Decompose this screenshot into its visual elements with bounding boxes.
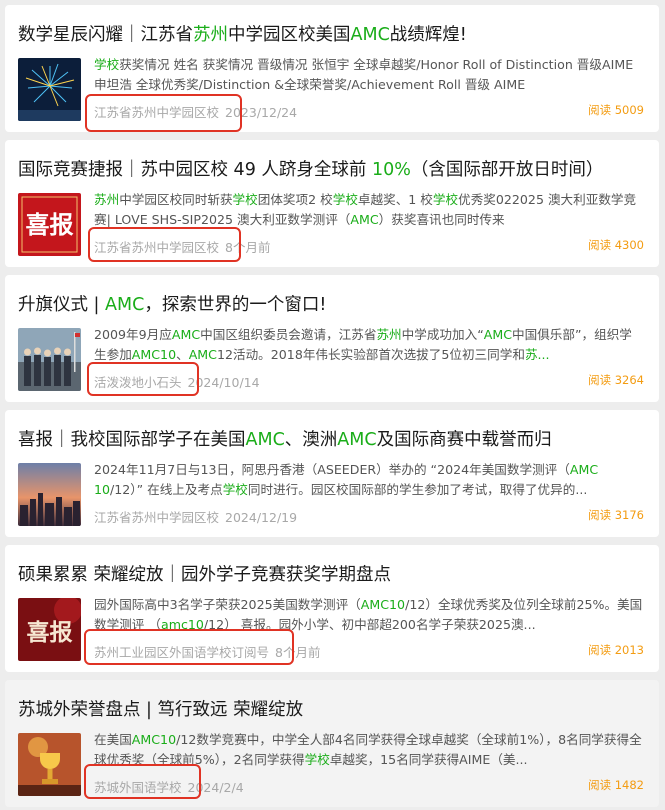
xibao-dark-thumbnail: 喜报 [18,598,81,661]
article-snippet: 2024年11月7日与13日，阿思丹香港（ASEEDER）举办的 “2024年美… [94,462,599,497]
keyword-highlight: 10% [371,160,411,180]
article-date: 8个月前 [275,645,321,660]
article-meta: 活泼泼地小石头 2024/10/14 [94,372,260,391]
keyword-highlight: 苏州 [376,327,402,342]
keyword-highlight: AMC 10 [94,462,599,497]
article-card[interactable]: 国际竞赛捷报｜苏中园区校 49 人跻身全球前 10%（含国际部开放日时间） 喜报… [5,140,659,267]
article-date: 8个月前 [225,240,271,255]
article-source[interactable]: 江苏省苏州中学园区校 [94,105,219,120]
article-meta: 江苏省苏州中学园区校 8个月前 [94,237,270,256]
article-title[interactable]: 升旗仪式 | AMC，探索世界的一个窗口! [18,293,649,317]
article-snippet: 园外国际高中3名学子荣获2025美国数学测评（AMC10/12）全球优秀奖及位列… [94,597,643,632]
keyword-highlight: AMC10 [360,597,406,612]
article-source[interactable]: 江苏省苏州中学园区校 [94,240,219,255]
article-date: 2024/2/4 [187,780,244,795]
article-card[interactable]: 升旗仪式 | AMC，探索世界的一个窗口! 2009年9月应AMC中国区组织委员… [5,275,659,402]
article-card[interactable]: 苏城外荣誉盘点 | 笃行致远 荣耀绽放 在美国AMC10/12数学竞赛中，中学全… [5,680,659,807]
article-snippet: 2009年9月应AMC中国区组织委员会邀请，江苏省苏州中学成功加入“AMC中国俱… [94,327,632,362]
keyword-highlight: AMC [105,295,145,315]
keyword-highlight: 苏... [524,347,550,362]
article-snippet: 苏州中学园区校同时斩获学校团体奖项2 校学校卓越奖、1 校学校优秀奖022025… [94,192,637,227]
read-count: 阅读 5009 [588,103,644,117]
article-title[interactable]: 硕果累累 荣耀绽放｜园外学子竞赛获奖学期盘点 [18,563,649,587]
read-count: 阅读 3176 [588,508,644,522]
keyword-highlight: AMC [483,327,513,342]
keyword-highlight: 学校 [94,57,120,72]
article-date: 2024/12/19 [225,510,298,525]
article-title[interactable]: 苏城外荣誉盘点 | 笃行致远 荣耀绽放 [18,698,649,722]
keyword-highlight: 苏州 [94,192,120,207]
keyword-highlight: AMC [171,327,201,342]
article-source[interactable]: 活泼泼地小石头 [94,375,182,390]
keyword-highlight: 学校 [304,752,330,767]
read-count: 阅读 3264 [588,373,644,387]
keyword-highlight: 苏州 [193,25,228,45]
keyword-highlight: AMC10 [131,347,177,362]
xibao-red-thumbnail: 喜报 [18,193,81,256]
svg-text:喜报: 喜报 [26,210,74,239]
keyword-highlight: AMC [245,430,285,450]
keyword-highlight: 学校 [232,192,258,207]
read-count: 阅读 1482 [588,778,644,792]
article-snippet: 学校获奖情况 姓名 获奖情况 晋级情况 张恒宇 全球卓越奖/Honor Roll… [94,57,634,92]
article-card[interactable]: 喜报｜我校国际部学子在美国AMC、澳洲AMC及国际商赛中载誉而归 2024年11… [5,410,659,537]
article-source[interactable]: 江苏省苏州中学园区校 [94,510,219,525]
fireworks-thumbnail [18,58,81,121]
article-meta: 江苏省苏州中学园区校 2024/12/19 [94,507,297,526]
article-meta: 苏州工业园区外国语学校订阅号 8个月前 [94,642,320,661]
keyword-highlight: AMC [350,25,390,45]
keyword-highlight: AMC [337,430,377,450]
article-meta: 苏城外国语学校 2024/2/4 [94,777,244,796]
keyword-highlight: AMC [350,212,379,227]
keyword-highlight: AMC [188,347,217,362]
article-meta: 江苏省苏州中学园区校 2023/12/24 [94,102,297,121]
read-count: 阅读 2013 [588,643,644,657]
keyword-highlight: 学校 [432,192,459,207]
article-card[interactable]: 数学星辰闪耀｜江苏省苏州中学园区校美国AMC战绩辉煌! 学校获奖情况 姓名 获奖… [5,5,659,132]
flag-ceremony-thumbnail [18,328,81,391]
keyword-highlight: amc10 [160,617,204,632]
article-source[interactable]: 苏城外国语学校 [94,780,182,795]
keyword-highlight: AMC10 [131,732,177,747]
article-card[interactable]: 硕果累累 荣耀绽放｜园外学子竞赛获奖学期盘点 喜报 园外国际高中3名学子荣获20… [5,545,659,672]
article-date: 2023/12/24 [225,105,298,120]
svg-text:喜报: 喜报 [27,619,73,646]
keyword-highlight: 学校 [332,192,358,207]
read-count: 阅读 4300 [588,238,644,252]
article-date: 2024/10/14 [187,375,260,390]
keyword-highlight: 学校 [222,482,248,497]
city-sunset-thumbnail [18,463,81,526]
article-title[interactable]: 国际竞赛捷报｜苏中园区校 49 人跻身全球前 10%（含国际部开放日时间） [18,158,649,182]
article-title[interactable]: 数学星辰闪耀｜江苏省苏州中学园区校美国AMC战绩辉煌! [18,23,649,47]
trophy-thumbnail [18,733,81,796]
article-snippet: 在美国AMC10/12数学竞赛中，中学全人部4名同学获得全球卓越奖（全球前1%）… [94,732,642,767]
article-title[interactable]: 喜报｜我校国际部学子在美国AMC、澳洲AMC及国际商赛中载誉而归 [18,428,649,452]
article-source[interactable]: 苏州工业园区外国语学校订阅号 [94,645,269,660]
